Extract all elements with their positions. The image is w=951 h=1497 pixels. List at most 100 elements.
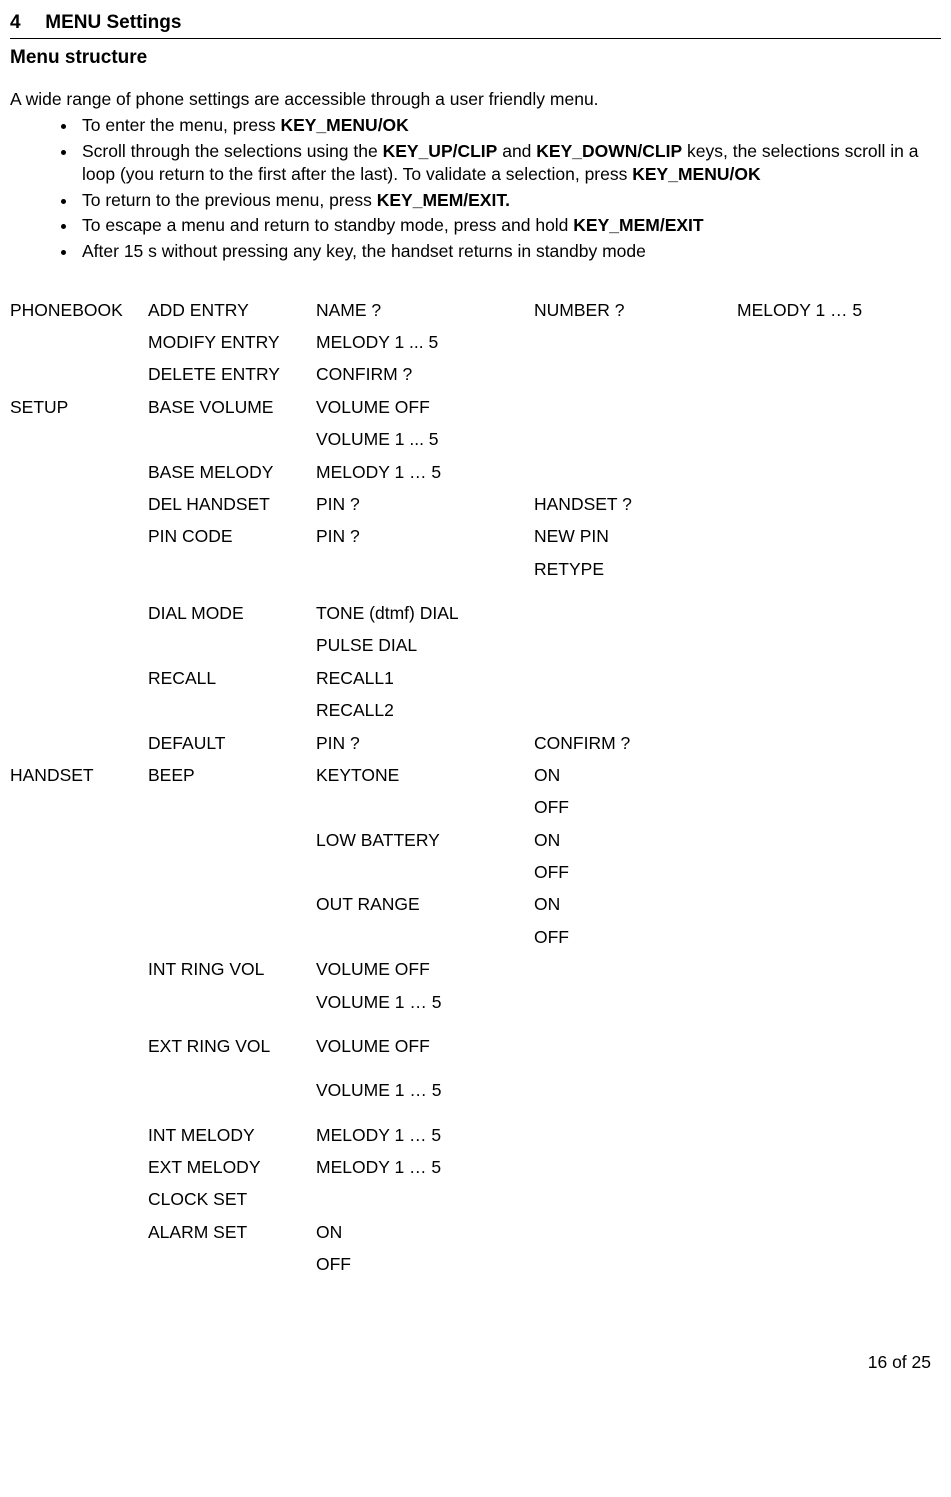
table-cell — [10, 791, 148, 823]
table-cell — [10, 888, 148, 920]
table-cell: BASE VOLUME — [148, 391, 316, 423]
table-cell: DEFAULT — [148, 727, 316, 759]
text: Scroll through the selections using the — [82, 141, 383, 161]
table-cell — [10, 856, 148, 888]
table-cell — [737, 791, 941, 823]
table-cell: ON — [534, 824, 737, 856]
table-cell: NUMBER ? — [534, 294, 737, 326]
table-cell — [737, 1151, 941, 1183]
table-cell: PHONEBOOK — [10, 294, 148, 326]
table-cell — [737, 391, 941, 423]
table-cell — [10, 1248, 148, 1280]
table-cell: VOLUME 1 ... 5 — [316, 423, 534, 455]
table-cell — [534, 1183, 737, 1215]
intro-text: A wide range of phone settings are acces… — [10, 88, 941, 112]
table-cell — [10, 727, 148, 759]
table-cell — [10, 662, 148, 694]
table-row: DIAL MODETONE (dtmf) DIAL — [10, 597, 941, 629]
table-cell: EXT RING VOL — [148, 1030, 316, 1062]
table-cell — [737, 662, 941, 694]
table-cell — [148, 791, 316, 823]
table-cell — [534, 662, 737, 694]
table-cell: MELODY 1 … 5 — [316, 456, 534, 488]
table-row: BASE MELODYMELODY 1 … 5 — [10, 456, 941, 488]
list-item: After 15 s without pressing any key, the… — [78, 240, 941, 264]
table-cell: RECALL2 — [316, 694, 534, 726]
list-item: To return to the previous menu, press KE… — [78, 189, 941, 213]
table-cell — [534, 1216, 737, 1248]
table-cell — [10, 1151, 148, 1183]
key-name: KEY_MEM/EXIT. — [377, 190, 510, 210]
section-title: MENU Settings — [45, 12, 181, 33]
table-cell — [737, 488, 941, 520]
table-cell — [534, 1119, 737, 1151]
table-cell — [148, 423, 316, 455]
table-cell: PULSE DIAL — [316, 629, 534, 661]
table-cell — [148, 1248, 316, 1280]
table-row: MODIFY ENTRYMELODY 1 ... 5 — [10, 326, 941, 358]
table-cell — [10, 358, 148, 390]
table-row: DEL HANDSETPIN ?HANDSET ? — [10, 488, 941, 520]
table-cell — [737, 326, 941, 358]
table-cell — [737, 727, 941, 759]
table-row: DEFAULTPIN ?CONFIRM ? — [10, 727, 941, 759]
table-cell — [737, 1183, 941, 1215]
text: After 15 s without pressing any key, the… — [82, 241, 646, 261]
text: To return to the previous menu, press — [82, 190, 377, 210]
table-cell: VOLUME 1 … 5 — [316, 1074, 534, 1106]
table-cell — [10, 597, 148, 629]
table-cell — [737, 1248, 941, 1280]
table-cell — [148, 888, 316, 920]
key-name: KEY_MENU/OK — [632, 164, 760, 184]
table-cell — [316, 1183, 534, 1215]
table-cell — [534, 1151, 737, 1183]
table-cell — [534, 1074, 737, 1106]
table-cell: VOLUME OFF — [316, 1030, 534, 1062]
table-cell — [10, 629, 148, 661]
table-row: OUT RANGEON — [10, 888, 941, 920]
table-cell: PIN ? — [316, 488, 534, 520]
text: To escape a menu and return to standby m… — [82, 215, 573, 235]
table-cell: OFF — [534, 921, 737, 953]
table-cell — [10, 553, 148, 585]
table-cell — [737, 423, 941, 455]
table-row: ALARM SETON — [10, 1216, 941, 1248]
table-row: RECALLRECALL1 — [10, 662, 941, 694]
text: To enter the menu, press — [82, 115, 280, 135]
table-cell: DELETE ENTRY — [148, 358, 316, 390]
table-cell — [534, 953, 737, 985]
table-cell: ALARM SET — [148, 1216, 316, 1248]
table-row: OFF — [10, 1248, 941, 1280]
table-cell — [10, 953, 148, 985]
table-cell — [534, 391, 737, 423]
table-cell: VOLUME 1 … 5 — [316, 986, 534, 1018]
menu-structure-table: PHONEBOOKADD ENTRYNAME ?NUMBER ?MELODY 1… — [10, 294, 941, 1281]
table-cell: HANDSET — [10, 759, 148, 791]
table-row: PULSE DIAL — [10, 629, 941, 661]
table-cell — [737, 629, 941, 661]
table-row: RETYPE — [10, 553, 941, 585]
table-cell: BASE MELODY — [148, 456, 316, 488]
table-cell — [534, 358, 737, 390]
table-cell: RETYPE — [534, 553, 737, 585]
table-cell: INT RING VOL — [148, 953, 316, 985]
table-cell — [534, 629, 737, 661]
table-cell: EXT MELODY — [148, 1151, 316, 1183]
table-cell — [316, 856, 534, 888]
table-cell: HANDSET ? — [534, 488, 737, 520]
table-cell — [737, 986, 941, 1018]
table-row: INT RING VOLVOLUME OFF — [10, 953, 941, 985]
table-cell — [737, 759, 941, 791]
table-cell: MELODY 1 ... 5 — [316, 326, 534, 358]
table-cell: CLOCK SET — [148, 1183, 316, 1215]
table-row: CLOCK SET — [10, 1183, 941, 1215]
table-row: VOLUME 1 ... 5 — [10, 423, 941, 455]
table-cell — [10, 423, 148, 455]
key-name: KEY_UP/CLIP — [383, 141, 498, 161]
table-cell: CONFIRM ? — [316, 358, 534, 390]
table-cell: RECALL1 — [316, 662, 534, 694]
table-cell: NAME ? — [316, 294, 534, 326]
table-row: INT MELODYMELODY 1 … 5 — [10, 1119, 941, 1151]
table-cell — [737, 888, 941, 920]
table-cell: MELODY 1 … 5 — [737, 294, 941, 326]
